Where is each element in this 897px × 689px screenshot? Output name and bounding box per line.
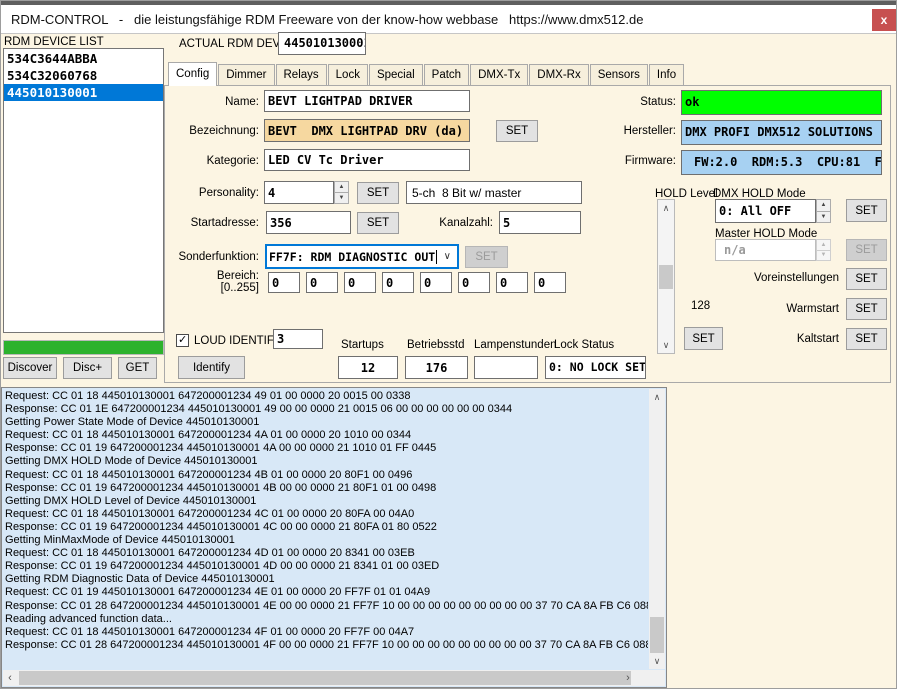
scrollbar-corner	[649, 670, 665, 686]
rdm-control-window: RDM-CONTROL - die leistungsfähige RDM Fr…	[0, 0, 897, 689]
config-tab-panel	[164, 85, 891, 383]
log-line: Response: CC 01 1E 647200001234 44501013…	[5, 403, 648, 416]
scroll-right-icon[interactable]: ›	[621, 670, 635, 686]
log-line: Request: CC 01 18 445010130001 647200001…	[5, 547, 648, 560]
window-title: RDM-CONTROL - die leistungsfähige RDM Fr…	[11, 12, 643, 27]
scroll-down-icon[interactable]: ∨	[649, 654, 665, 668]
log-vscroll-thumb[interactable]	[650, 617, 664, 653]
log-line: Response: CC 01 19 647200001234 44501013…	[5, 482, 648, 495]
log-output[interactable]: Request: CC 01 18 445010130001 647200001…	[1, 387, 667, 688]
log-lines: Request: CC 01 18 445010130001 647200001…	[5, 390, 648, 669]
device-list[interactable]: 534C3644ABBA534C32060768445010130001	[3, 48, 164, 333]
log-line: Getting RDM Diagnostic Data of Device 44…	[5, 573, 648, 586]
log-line: Request: CC 01 18 445010130001 647200001…	[5, 429, 648, 442]
tab[interactable]: Relays	[276, 64, 327, 85]
tab[interactable]: DMX-Tx	[470, 64, 528, 85]
tab[interactable]: Lock	[328, 64, 368, 85]
tab[interactable]: Patch	[424, 64, 469, 85]
tab[interactable]: Sensors	[590, 64, 648, 85]
device-list-item[interactable]: 445010130001	[4, 84, 163, 101]
tab-bar: ConfigDimmerRelaysLockSpecialPatchDMX-Tx…	[168, 62, 685, 85]
device-list-label: RDM DEVICE LIST	[4, 36, 104, 48]
scroll-up-icon[interactable]: ∧	[649, 390, 665, 404]
log-line: Response: CC 01 19 647200001234 44501013…	[5, 442, 648, 455]
log-line: Response: CC 01 19 647200001234 44501013…	[5, 560, 648, 573]
log-line: Request: CC 01 18 445010130001 647200001…	[5, 626, 648, 639]
tab[interactable]: Config	[168, 62, 217, 86]
discover-button[interactable]: Discover	[3, 357, 57, 379]
log-line: Reading advanced function data...	[5, 613, 648, 626]
log-line: Request: CC 01 19 445010130001 647200001…	[5, 586, 648, 599]
tab[interactable]: Special	[369, 64, 423, 85]
log-line: Getting MinMaxMode of Device 44501013000…	[5, 534, 648, 547]
discovery-progress-bar	[3, 340, 164, 355]
log-line: Request: CC 01 18 445010130001 647200001…	[5, 390, 648, 403]
log-horizontal-scrollbar[interactable]: ‹ ›	[3, 670, 649, 686]
log-line: Request: CC 01 18 445010130001 647200001…	[5, 469, 648, 482]
log-line: Response: CC 01 28 647200001234 44501013…	[5, 600, 648, 613]
log-line: Getting DMX HOLD Mode of Device 44501013…	[5, 455, 648, 468]
log-line: Response: CC 01 28 647200001234 44501013…	[5, 639, 648, 652]
tab[interactable]: DMX-Rx	[529, 64, 588, 85]
titlebar-accent	[1, 1, 896, 5]
disc-plus-button[interactable]: Disc+	[63, 357, 112, 379]
log-line: Response: CC 01 19 647200001234 44501013…	[5, 521, 648, 534]
log-line: Getting Power State Mode of Device 44501…	[5, 416, 648, 429]
titlebar[interactable]: RDM-CONTROL - die leistungsfähige RDM Fr…	[1, 1, 896, 34]
close-button[interactable]: x	[872, 9, 896, 31]
device-list-item[interactable]: 534C3644ABBA	[4, 50, 163, 67]
log-line: Request: CC 01 18 445010130001 647200001…	[5, 508, 648, 521]
scroll-left-icon[interactable]: ‹	[3, 670, 17, 686]
device-list-item[interactable]: 534C32060768	[4, 67, 163, 84]
actual-device-value: 445010130001	[278, 32, 366, 55]
log-vertical-scrollbar[interactable]: ∧ ∨	[649, 389, 665, 669]
get-button[interactable]: GET	[118, 357, 157, 379]
close-icon: x	[881, 13, 888, 27]
log-line: Getting DMX HOLD Level of Device 4450101…	[5, 495, 648, 508]
log-hscroll-thumb[interactable]	[19, 671, 631, 685]
tab[interactable]: Dimmer	[218, 64, 274, 85]
tab[interactable]: Info	[649, 64, 684, 85]
